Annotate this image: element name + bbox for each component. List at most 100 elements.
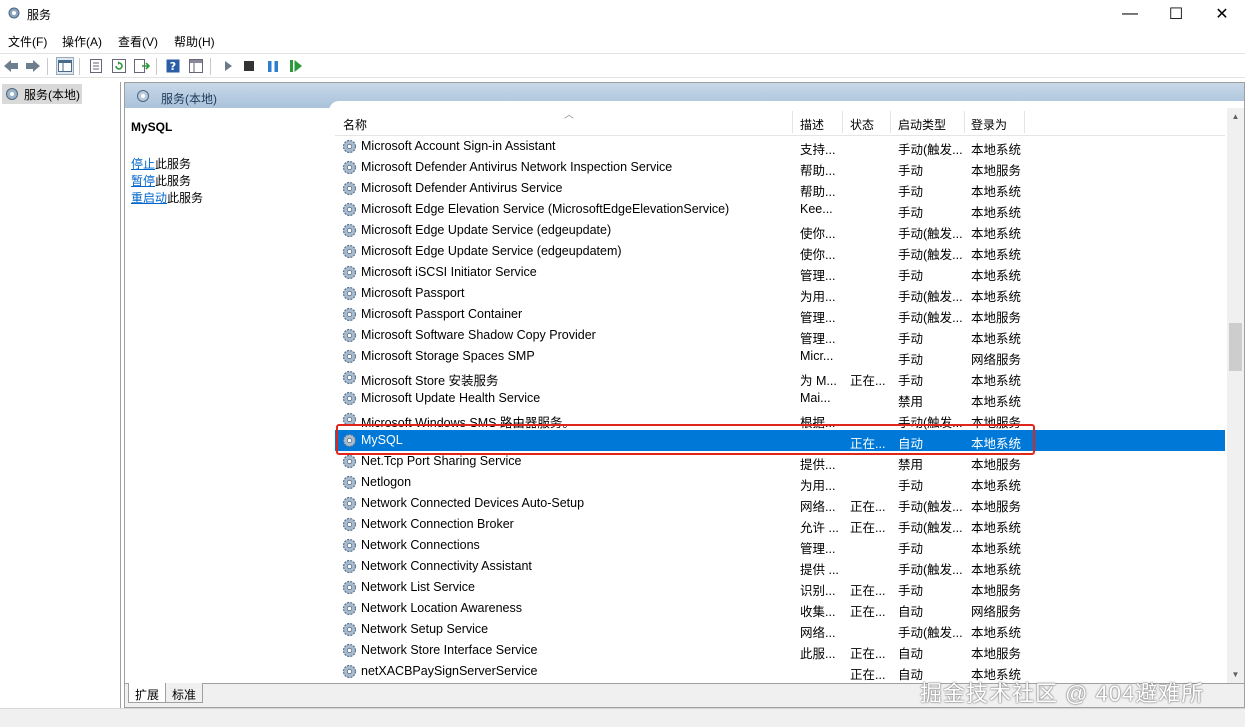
service-row[interactable]: Network Connectivity Assistant 提供 ... 手动(触… — [335, 556, 1225, 577]
service-description: 根据... — [800, 416, 836, 430]
service-row[interactable]: Network Connected Devices Auto-Setup 网络..… — [335, 493, 1225, 514]
column-status[interactable]: 状态 — [850, 116, 874, 133]
service-name: Network Connectivity Assistant — [361, 559, 532, 573]
service-status: 正在... — [850, 500, 886, 514]
start-service-icon[interactable] — [219, 57, 237, 75]
service-gear-icon — [342, 370, 357, 385]
service-description: 使你... — [800, 248, 836, 262]
stop-service-icon[interactable] — [240, 57, 258, 75]
menu-action[interactable]: 操作(A) — [62, 33, 102, 50]
service-row[interactable]: Netlogon 为用... 手动 本地系统 — [335, 472, 1225, 493]
service-row[interactable]: Microsoft Store 安装服务 为 M... 正在... 手动 本地系统 — [335, 367, 1225, 388]
service-row[interactable]: MySQL 正在... 自动 本地系统 — [335, 430, 1225, 451]
service-row[interactable]: Microsoft Software Shadow Copy Provider 管… — [335, 325, 1225, 346]
export-list-icon[interactable] — [133, 57, 151, 75]
service-startup-type: 手动(触发... — [898, 500, 963, 514]
show-hide-tree-icon[interactable] — [56, 57, 74, 75]
tab-extended[interactable]: 扩展 — [128, 683, 167, 703]
service-startup-type: 手动(触发... — [898, 416, 963, 430]
minimize-button[interactable]: — — [1107, 0, 1153, 28]
service-row[interactable]: Microsoft Passport Container 管理... 手动(触发..… — [335, 304, 1225, 325]
service-name: Microsoft Account Sign-in Assistant — [361, 139, 556, 153]
service-gear-icon — [342, 643, 357, 658]
service-row[interactable]: Network List Service 识别... 正在... 手动 本地服务 — [335, 577, 1225, 598]
service-name: Microsoft Passport Container — [361, 307, 523, 321]
service-status: 正在... — [850, 374, 886, 388]
close-button[interactable]: ✕ — [1199, 0, 1245, 28]
service-gear-icon — [342, 496, 357, 511]
refresh-icon[interactable] — [110, 57, 128, 75]
service-startup-type: 禁用 — [898, 395, 924, 409]
service-log-on-as: 本地系统 — [971, 437, 1022, 451]
service-row[interactable]: Network Connection Broker 允许 ... 正在... 手动(触… — [335, 514, 1225, 535]
service-row[interactable]: Net.Tcp Port Sharing Service 提供... 禁用 本地服务 — [335, 451, 1225, 472]
service-row[interactable]: Microsoft Storage Spaces SMP Micr... 手动 网络服… — [335, 346, 1225, 367]
service-row[interactable]: Microsoft Defender Antivirus Network Ins… — [335, 157, 1225, 178]
service-gear-icon — [342, 538, 357, 553]
service-gear-icon — [342, 139, 357, 154]
service-log-on-as: 本地服务 — [971, 311, 1022, 325]
service-startup-type: 手动(触发... — [898, 227, 963, 241]
pause-service-icon[interactable] — [264, 57, 282, 75]
service-name: Microsoft Edge Elevation Service (Micros… — [361, 202, 730, 216]
service-description: 此服... — [800, 647, 836, 661]
service-gear-icon — [342, 601, 357, 616]
scroll-down-icon[interactable]: ▼ — [1227, 666, 1244, 683]
service-description: 网络... — [800, 626, 836, 640]
restart-service-icon[interactable] — [287, 57, 305, 75]
service-name: Network Connection Broker — [361, 517, 514, 531]
service-row[interactable]: Microsoft Windows SMS 路由器服务。 根据... 手动(触发..… — [335, 409, 1225, 430]
service-gear-icon — [342, 454, 357, 469]
service-startup-type: 手动 — [898, 185, 924, 199]
service-log-on-as: 本地系统 — [971, 248, 1022, 262]
service-row[interactable]: Microsoft Update Health Service Mai... 禁用 本… — [335, 388, 1225, 409]
service-name: MySQL — [361, 433, 403, 447]
menu-view[interactable]: 查看(V) — [118, 33, 158, 50]
service-startup-type: 手动 — [898, 269, 924, 283]
service-log-on-as: 网络服务 — [971, 605, 1022, 619]
scroll-up-icon[interactable]: ▲ — [1227, 108, 1244, 125]
maximize-button[interactable]: ☐ — [1153, 0, 1199, 28]
column-startup-type[interactable]: 启动类型 — [898, 116, 946, 133]
mmc-view-icon[interactable] — [187, 57, 205, 75]
service-startup-type: 手动 — [898, 479, 924, 493]
forward-arrow-icon[interactable] — [24, 57, 42, 75]
column-name[interactable]: 名称 — [343, 116, 367, 133]
service-startup-type: 手动(触发... — [898, 626, 963, 640]
stop-link[interactable]: 停止 — [131, 157, 155, 171]
scrollbar-thumb[interactable] — [1229, 323, 1242, 371]
service-log-on-as: 本地服务 — [971, 458, 1022, 472]
help-icon[interactable]: ? — [164, 57, 182, 75]
menu-help[interactable]: 帮助(H) — [174, 33, 215, 50]
properties-icon[interactable] — [87, 57, 105, 75]
service-row[interactable]: Microsoft Edge Elevation Service (Micros… — [335, 199, 1225, 220]
service-row[interactable]: Microsoft Passport 为用... 手动(触发... 本地系统 — [335, 283, 1225, 304]
pause-link[interactable]: 暂停 — [131, 174, 155, 188]
service-row[interactable]: Network Location Awareness 收集... 正在... 自动 网络… — [335, 598, 1225, 619]
service-row[interactable]: Microsoft Defender Antivirus Service 帮助..… — [335, 178, 1225, 199]
service-row[interactable]: Microsoft Edge Update Service (edgeupdat… — [335, 241, 1225, 262]
column-log-on-as[interactable]: 登录为 — [971, 116, 1007, 133]
vertical-scrollbar[interactable]: ▲ ▼ — [1227, 108, 1244, 683]
service-gear-icon — [342, 328, 357, 343]
service-row[interactable]: Microsoft iSCSI Initiator Service 管理... 手动… — [335, 262, 1225, 283]
restart-link[interactable]: 重启动 — [131, 191, 167, 205]
service-gear-icon — [342, 286, 357, 301]
service-name: Microsoft Passport — [361, 286, 465, 300]
service-row[interactable]: Microsoft Account Sign-in Assistant 支持...… — [335, 136, 1225, 157]
service-row[interactable]: Network Setup Service 网络... 手动(触发... 本地系统 — [335, 619, 1225, 640]
service-row[interactable]: Network Connections 管理... 手动 本地系统 — [335, 535, 1225, 556]
service-row[interactable]: Network Store Interface Service 此服... 正在..… — [335, 640, 1225, 661]
service-row[interactable]: Microsoft Edge Update Service (edgeupdat… — [335, 220, 1225, 241]
tree-item-services-local[interactable]: 服务(本地) — [2, 84, 82, 104]
back-arrow-icon[interactable] — [2, 57, 20, 75]
service-gear-icon — [342, 181, 357, 196]
service-startup-type: 手动 — [898, 164, 924, 178]
column-description[interactable]: 描述 — [800, 116, 824, 133]
tab-standard[interactable]: 标准 — [165, 683, 204, 703]
status-bar — [0, 708, 1245, 727]
tree-item-label: 服务(本地) — [24, 87, 80, 102]
service-startup-type: 手动 — [898, 374, 924, 388]
menu-file[interactable]: 文件(F) — [8, 33, 47, 50]
window-title: 服务 — [27, 8, 52, 22]
